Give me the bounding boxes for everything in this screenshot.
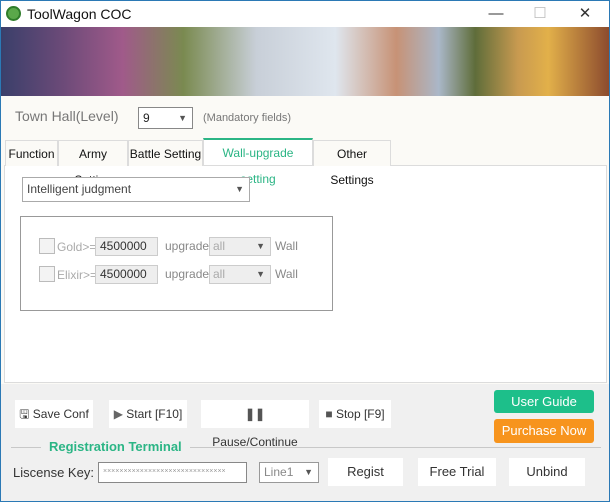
save-icon: 🖫 bbox=[19, 407, 30, 421]
elixir-amount-input[interactable]: 4500000 bbox=[95, 265, 158, 284]
chevron-down-icon: ▼ bbox=[256, 241, 265, 251]
app-icon bbox=[6, 6, 21, 21]
tab-army-setting[interactable]: Army Setting bbox=[58, 140, 128, 187]
maximize-button[interactable]: ☐ bbox=[530, 4, 550, 24]
purchase-now-button[interactable]: Purchase Now bbox=[494, 419, 594, 443]
elixir-wall-label: Wall bbox=[275, 267, 298, 281]
pause-continue-button[interactable]: ❚❚ Pause/Continue bbox=[201, 400, 309, 449]
wall-group-box bbox=[20, 216, 333, 311]
free-trial-button[interactable]: Free Trial bbox=[418, 458, 496, 486]
close-button[interactable]: ✕ bbox=[575, 4, 595, 24]
chevron-down-icon: ▼ bbox=[304, 467, 313, 477]
mode-select[interactable]: Intelligent judgment ▼ bbox=[22, 177, 250, 202]
chevron-down-icon: ▼ bbox=[256, 269, 265, 279]
townhall-value: 9 bbox=[143, 111, 150, 125]
mandatory-note: (Mandatory fields) bbox=[203, 112, 292, 124]
stop-label: Stop [F9] bbox=[335, 407, 385, 421]
gold-label: Gold>= bbox=[57, 240, 97, 254]
gold-wall-select[interactable]: all ▼ bbox=[209, 237, 271, 256]
elixir-upgrade-label: upgrade bbox=[165, 267, 210, 281]
tab-other-settings[interactable]: Other Settings bbox=[313, 140, 391, 187]
pause-icon: ❚❚ bbox=[244, 407, 266, 421]
tab-battle-setting[interactable]: Battle Setting bbox=[128, 140, 203, 166]
elixir-wall-value: all bbox=[213, 267, 226, 281]
start-button[interactable]: ▶ Start [F10] bbox=[109, 400, 187, 428]
app-window: ToolWagon COC — ☐ ✕ Town Hall(Level) 9 ▼ … bbox=[0, 0, 610, 502]
stop-button[interactable]: ■ Stop [F9] bbox=[319, 400, 391, 428]
license-key-label: Liscense Key: bbox=[13, 465, 94, 480]
window-title: ToolWagon COC bbox=[27, 6, 132, 22]
banner-image bbox=[1, 27, 609, 96]
gold-wall-label: Wall bbox=[275, 239, 298, 253]
registration-title: Registration Terminal bbox=[41, 439, 190, 454]
gold-checkbox[interactable] bbox=[39, 238, 55, 254]
line-select[interactable]: Line1 ▼ bbox=[259, 462, 319, 483]
tab-wall-upgrade[interactable]: Wall-upgrade setting bbox=[203, 138, 313, 186]
gold-wall-value: all bbox=[213, 239, 226, 253]
gold-amount-input[interactable]: 4500000 bbox=[95, 237, 158, 256]
mode-value: Intelligent judgment bbox=[27, 182, 132, 196]
save-conf-button[interactable]: 🖫 Save Conf bbox=[15, 400, 93, 428]
elixir-label: Elixir>= bbox=[57, 268, 98, 282]
tab-function[interactable]: Function bbox=[5, 140, 58, 166]
stop-icon: ■ bbox=[325, 407, 333, 421]
minimize-button[interactable]: — bbox=[486, 4, 506, 24]
regist-button[interactable]: Regist bbox=[328, 458, 403, 486]
gold-upgrade-label: upgrade bbox=[165, 239, 210, 253]
title-bar: ToolWagon COC — ☐ ✕ bbox=[1, 1, 609, 27]
user-guide-button[interactable]: User Guide bbox=[494, 390, 594, 413]
unbind-button[interactable]: Unbind bbox=[509, 458, 585, 486]
elixir-checkbox[interactable] bbox=[39, 266, 55, 282]
start-label: Start [F10] bbox=[126, 407, 183, 421]
license-key-input[interactable]: ×××××××××××××××××××××××××××××× bbox=[98, 462, 247, 483]
play-icon: ▶ bbox=[113, 407, 123, 421]
line-value: Line1 bbox=[264, 465, 294, 479]
chevron-down-icon: ▼ bbox=[235, 184, 244, 194]
townhall-label: Town Hall(Level) bbox=[15, 108, 119, 124]
save-label: Save Conf bbox=[32, 407, 89, 421]
elixir-wall-select[interactable]: all ▼ bbox=[209, 265, 271, 284]
chevron-down-icon: ▼ bbox=[178, 113, 187, 123]
townhall-select[interactable]: 9 ▼ bbox=[138, 107, 193, 129]
